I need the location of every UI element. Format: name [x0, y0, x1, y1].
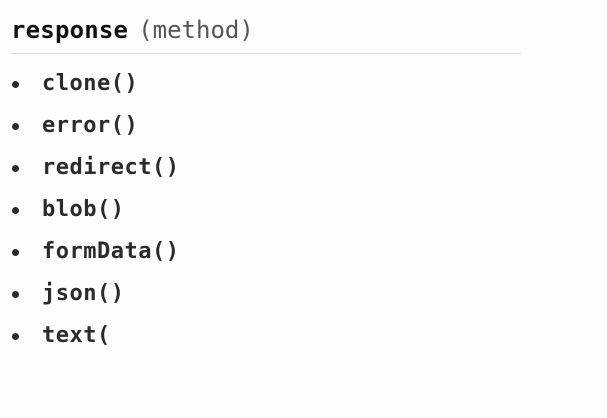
object-name: response [11, 16, 129, 44]
method-reference-panel: response (method) clone() error() redirec… [0, 0, 607, 418]
method-label: redirect() [42, 155, 180, 180]
bullet-icon [12, 165, 19, 172]
bullet-icon [12, 207, 19, 214]
bullet-icon [12, 291, 19, 298]
object-kind: (method) [138, 16, 254, 44]
bullet-icon [12, 123, 19, 130]
method-label: blob() [42, 197, 125, 222]
method-label: json() [42, 281, 125, 306]
panel-header: response (method) [11, 14, 521, 54]
bullet-icon [12, 249, 19, 256]
bullet-icon [12, 81, 19, 88]
method-label: clone() [42, 71, 139, 96]
method-label: text( [42, 323, 111, 348]
method-label: error() [42, 113, 139, 138]
method-label: formData() [42, 239, 180, 264]
bullet-icon [12, 333, 19, 340]
